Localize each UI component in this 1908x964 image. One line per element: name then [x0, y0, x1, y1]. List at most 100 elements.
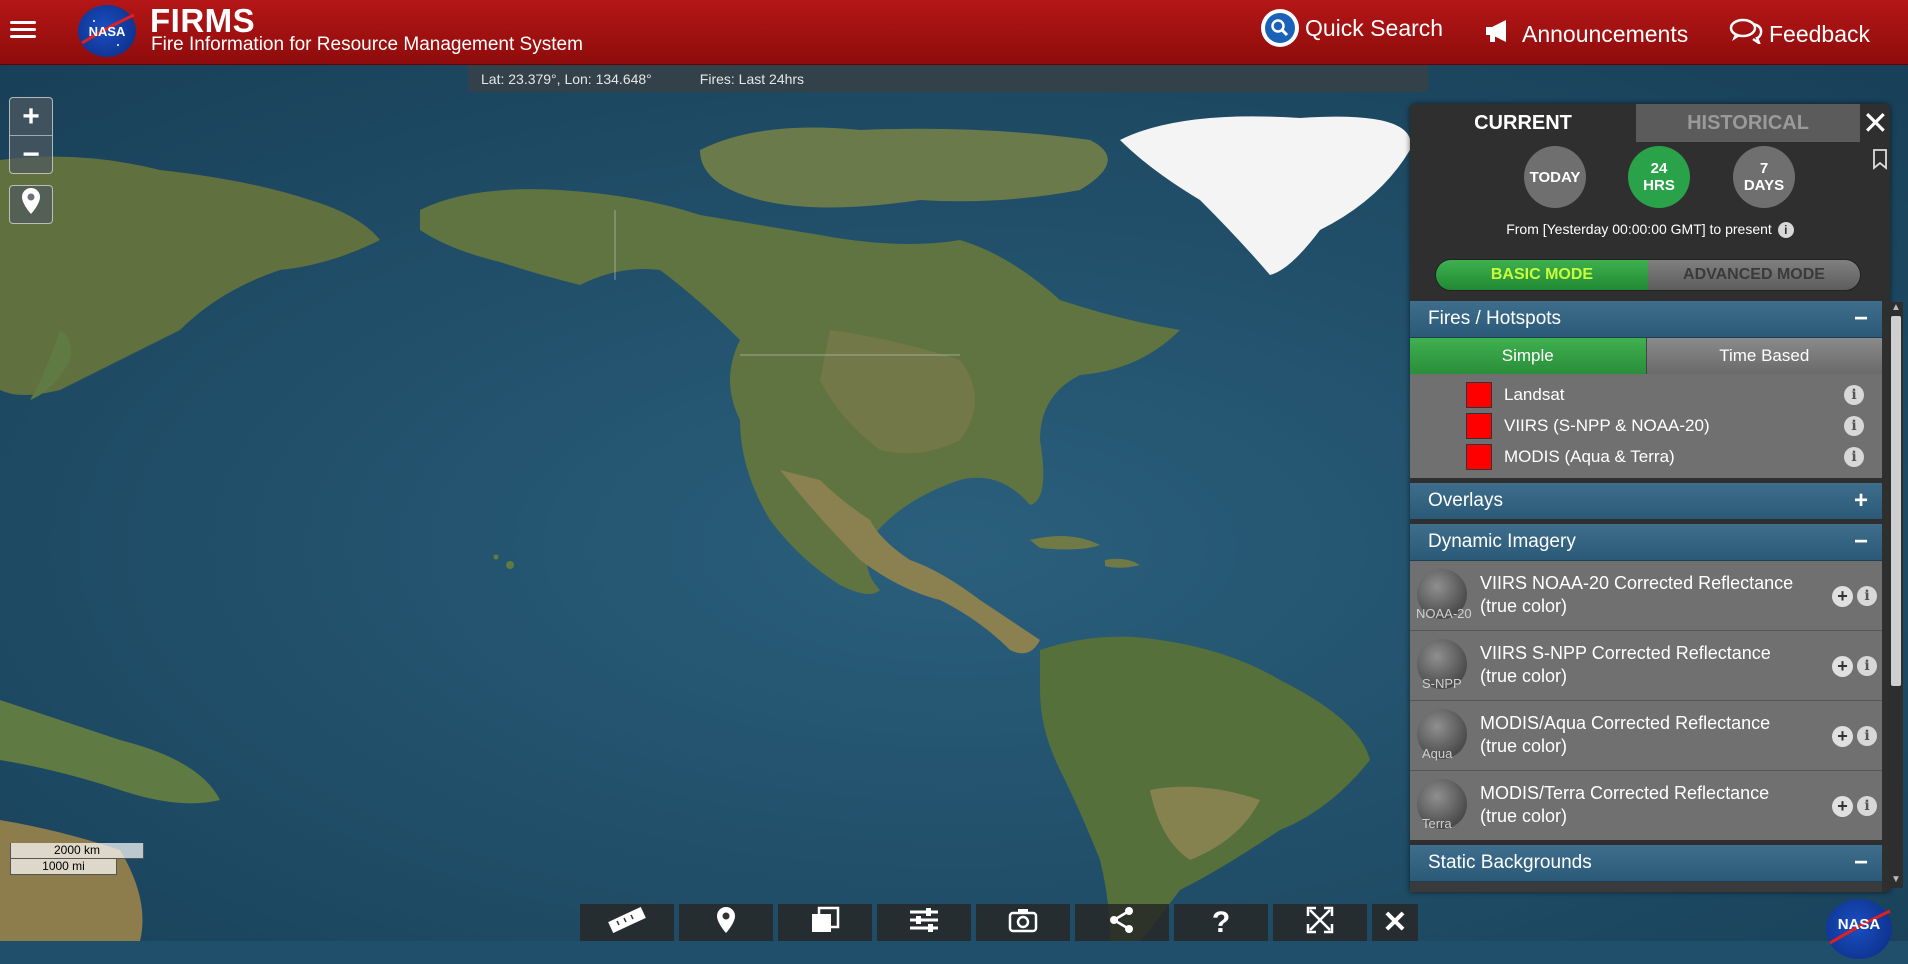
mode-toggle: BASIC MODE ADVANCED MODE	[1435, 259, 1861, 291]
layer-color-swatch[interactable]	[1466, 381, 1492, 408]
section-static-title: Static Backgrounds	[1428, 852, 1592, 873]
fullscreen-icon	[1306, 906, 1334, 939]
close-icon: ✕	[1862, 105, 1889, 141]
section-static-header[interactable]: Static Backgrounds −	[1410, 845, 1882, 882]
layer-panel: CURRENT HISTORICAL ✕ TODAY 24 HRS 7 DAYS F…	[1410, 104, 1890, 892]
scroll-down-icon[interactable]: ▼	[1890, 874, 1902, 886]
nasa-logo[interactable]: NASA	[78, 5, 136, 57]
measure-button[interactable]	[580, 904, 674, 941]
tab-historical[interactable]: HISTORICAL	[1636, 104, 1860, 142]
advanced-mode-button[interactable]: ADVANCED MODE	[1648, 260, 1860, 290]
scrollbar-thumb[interactable]	[1891, 316, 1901, 686]
layers-copy-icon	[810, 906, 840, 939]
imagery-item-snpp[interactable]: S-NPP VIIRS S-NPP Corrected Reflectance …	[1410, 631, 1882, 701]
zoom-in-button[interactable]: +	[10, 98, 52, 136]
bookmark-button[interactable]	[1872, 148, 1888, 175]
quick-search-button[interactable]: Quick Search	[1261, 9, 1443, 47]
announcements-button[interactable]: Announcements	[1484, 18, 1688, 50]
info-icon[interactable]: i	[1844, 384, 1864, 405]
share-icon	[1108, 906, 1136, 939]
info-icon[interactable]: i	[1844, 446, 1864, 467]
section-dynamic-header[interactable]: Dynamic Imagery −	[1410, 524, 1882, 561]
lat-lon-readout: Lat: 23.379°, Lon: 134.648°	[481, 70, 652, 87]
fires-period-readout: Fires: Last 24hrs	[699, 70, 805, 87]
panel-scroll-area[interactable]: Fires / Hotspots − Simple Time Based Lan…	[1410, 301, 1882, 892]
layer-color-swatch[interactable]	[1466, 443, 1492, 470]
imagery-item-noaa20[interactable]: NOAA-20 VIIRS NOAA-20 Corrected Reflecta…	[1410, 561, 1882, 631]
add-layer-icon[interactable]: +	[1832, 796, 1853, 817]
menu-icon[interactable]	[10, 17, 36, 43]
layer-viirs[interactable]: VIIRS (S-NPP & NOAA-20) i	[1410, 410, 1882, 441]
help-button[interactable]: ?	[1174, 904, 1268, 941]
scroll-up-icon[interactable]: ▲	[1890, 302, 1902, 314]
section-dynamic-title: Dynamic Imagery	[1428, 531, 1576, 552]
layer-modis[interactable]: MODIS (Aqua & Terra) i	[1410, 441, 1882, 472]
place-marker-button[interactable]	[679, 904, 773, 941]
snapshot-button[interactable]	[976, 904, 1070, 941]
imagery-title: MODIS/Terra Corrected Reflectance (true …	[1480, 783, 1770, 826]
panel-scrollbar[interactable]: ▲ ▼	[1889, 302, 1903, 888]
thumbnail-label: S-NPP	[1422, 676, 1462, 691]
info-icon[interactable]: i	[1857, 656, 1877, 676]
coordinate-readout-bar: Lat: 23.379°, Lon: 134.648° Fires: Last …	[468, 65, 1428, 92]
zoom-out-button[interactable]: −	[10, 136, 52, 173]
camera-icon	[1008, 907, 1038, 938]
time-24-number: 24	[1650, 160, 1668, 177]
info-icon[interactable]: i	[1857, 796, 1877, 816]
section-fires-header[interactable]: Fires / Hotspots −	[1410, 301, 1882, 338]
collapse-icon[interactable]: −	[1854, 849, 1868, 877]
svg-text:NASA: NASA	[89, 24, 126, 39]
add-layer-icon[interactable]: +	[1832, 656, 1853, 677]
info-icon[interactable]: i	[1857, 586, 1877, 606]
add-layer-icon[interactable]: +	[1832, 586, 1853, 607]
ruler-icon	[607, 906, 647, 938]
app-header: NASA FIRMS Fire Information for Resource…	[0, 0, 1908, 65]
basic-mode-button[interactable]: BASIC MODE	[1436, 260, 1648, 290]
collapse-icon[interactable]: −	[1854, 528, 1868, 556]
time-7-unit: DAYS	[1743, 177, 1785, 194]
info-icon[interactable]: i	[1844, 415, 1864, 436]
info-icon[interactable]: i	[1857, 726, 1877, 746]
time-7days-button[interactable]: 7 DAYS	[1733, 146, 1795, 208]
time-today-button[interactable]: TODAY	[1524, 146, 1586, 208]
subtab-simple[interactable]: Simple	[1410, 338, 1646, 374]
tab-current[interactable]: CURRENT	[1410, 104, 1636, 142]
search-icon	[1261, 9, 1299, 47]
layer-landsat[interactable]: Landsat i	[1410, 379, 1882, 410]
imagery-item-terra[interactable]: Terra MODIS/Terra Corrected Reflectance …	[1410, 771, 1882, 845]
subtab-time-based[interactable]: Time Based	[1645, 338, 1882, 374]
collapse-icon[interactable]: −	[1854, 305, 1868, 333]
imagery-title: VIIRS NOAA-20 Corrected Reflectance (tru…	[1480, 573, 1794, 616]
time-24hrs-button[interactable]: 24 HRS	[1628, 146, 1690, 208]
imagery-title: MODIS/Aqua Corrected Reflectance (true c…	[1480, 713, 1771, 756]
megaphone-icon	[1484, 18, 1516, 50]
panel-close-button[interactable]: ✕	[1862, 105, 1889, 141]
locate-button[interactable]	[10, 186, 52, 223]
chat-bubbles-icon	[1729, 18, 1763, 50]
close-icon: ✕	[1382, 906, 1408, 939]
announcements-label: Announcements	[1522, 20, 1689, 47]
app-subtitle: Fire Information for Resource Management…	[151, 34, 583, 55]
time-range-label: From [Yesterday 00:00:00 GMT] to present	[1506, 221, 1772, 237]
thumbnail-label: NOAA-20	[1416, 606, 1472, 621]
info-icon[interactable]: i	[1777, 222, 1794, 239]
layer-color-swatch[interactable]	[1466, 412, 1492, 439]
feedback-button[interactable]: Feedback	[1729, 18, 1870, 50]
toolbar-close-button[interactable]: ✕	[1372, 904, 1418, 941]
settings-button[interactable]	[877, 904, 971, 941]
location-pin-icon	[20, 187, 42, 223]
imagery-title: VIIRS S-NPP Corrected Reflectance (true …	[1480, 643, 1771, 686]
section-overlays-header[interactable]: Overlays +	[1410, 483, 1882, 524]
layers-button[interactable]	[778, 904, 872, 941]
svg-text:NASA: NASA	[1838, 916, 1881, 933]
add-layer-icon[interactable]: +	[1832, 726, 1853, 747]
bookmark-icon	[1872, 149, 1888, 174]
zoom-controls: + −	[9, 97, 53, 174]
scale-km: 2000 km	[10, 843, 144, 859]
imagery-item-aqua[interactable]: Aqua MODIS/Aqua Corrected Reflectance (t…	[1410, 701, 1882, 771]
fullscreen-button[interactable]	[1273, 904, 1367, 941]
locate-control	[9, 185, 53, 224]
expand-icon[interactable]: +	[1854, 487, 1868, 515]
fire-layer-list: Landsat i VIIRS (S-NPP & NOAA-20) i MODI…	[1410, 374, 1882, 483]
share-button[interactable]	[1075, 904, 1169, 941]
